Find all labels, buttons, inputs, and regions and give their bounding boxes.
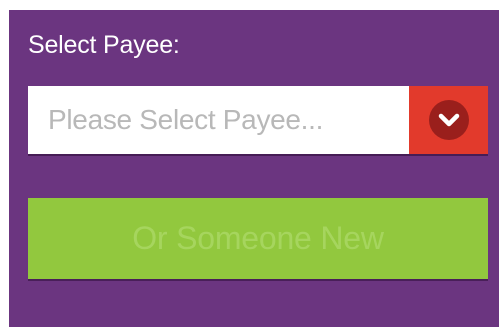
payee-panel: Select Payee: Please Select Payee... Or … — [9, 10, 499, 327]
payee-select[interactable]: Please Select Payee... — [28, 86, 488, 154]
payee-dropdown-toggle[interactable] — [409, 86, 488, 154]
someone-new-button[interactable]: Or Someone New — [28, 198, 488, 279]
payee-select-placeholder: Please Select Payee... — [48, 104, 324, 135]
payee-select-field[interactable]: Please Select Payee... — [28, 86, 409, 154]
select-payee-label: Select Payee: — [28, 31, 180, 59]
chevron-down-icon — [428, 100, 469, 140]
